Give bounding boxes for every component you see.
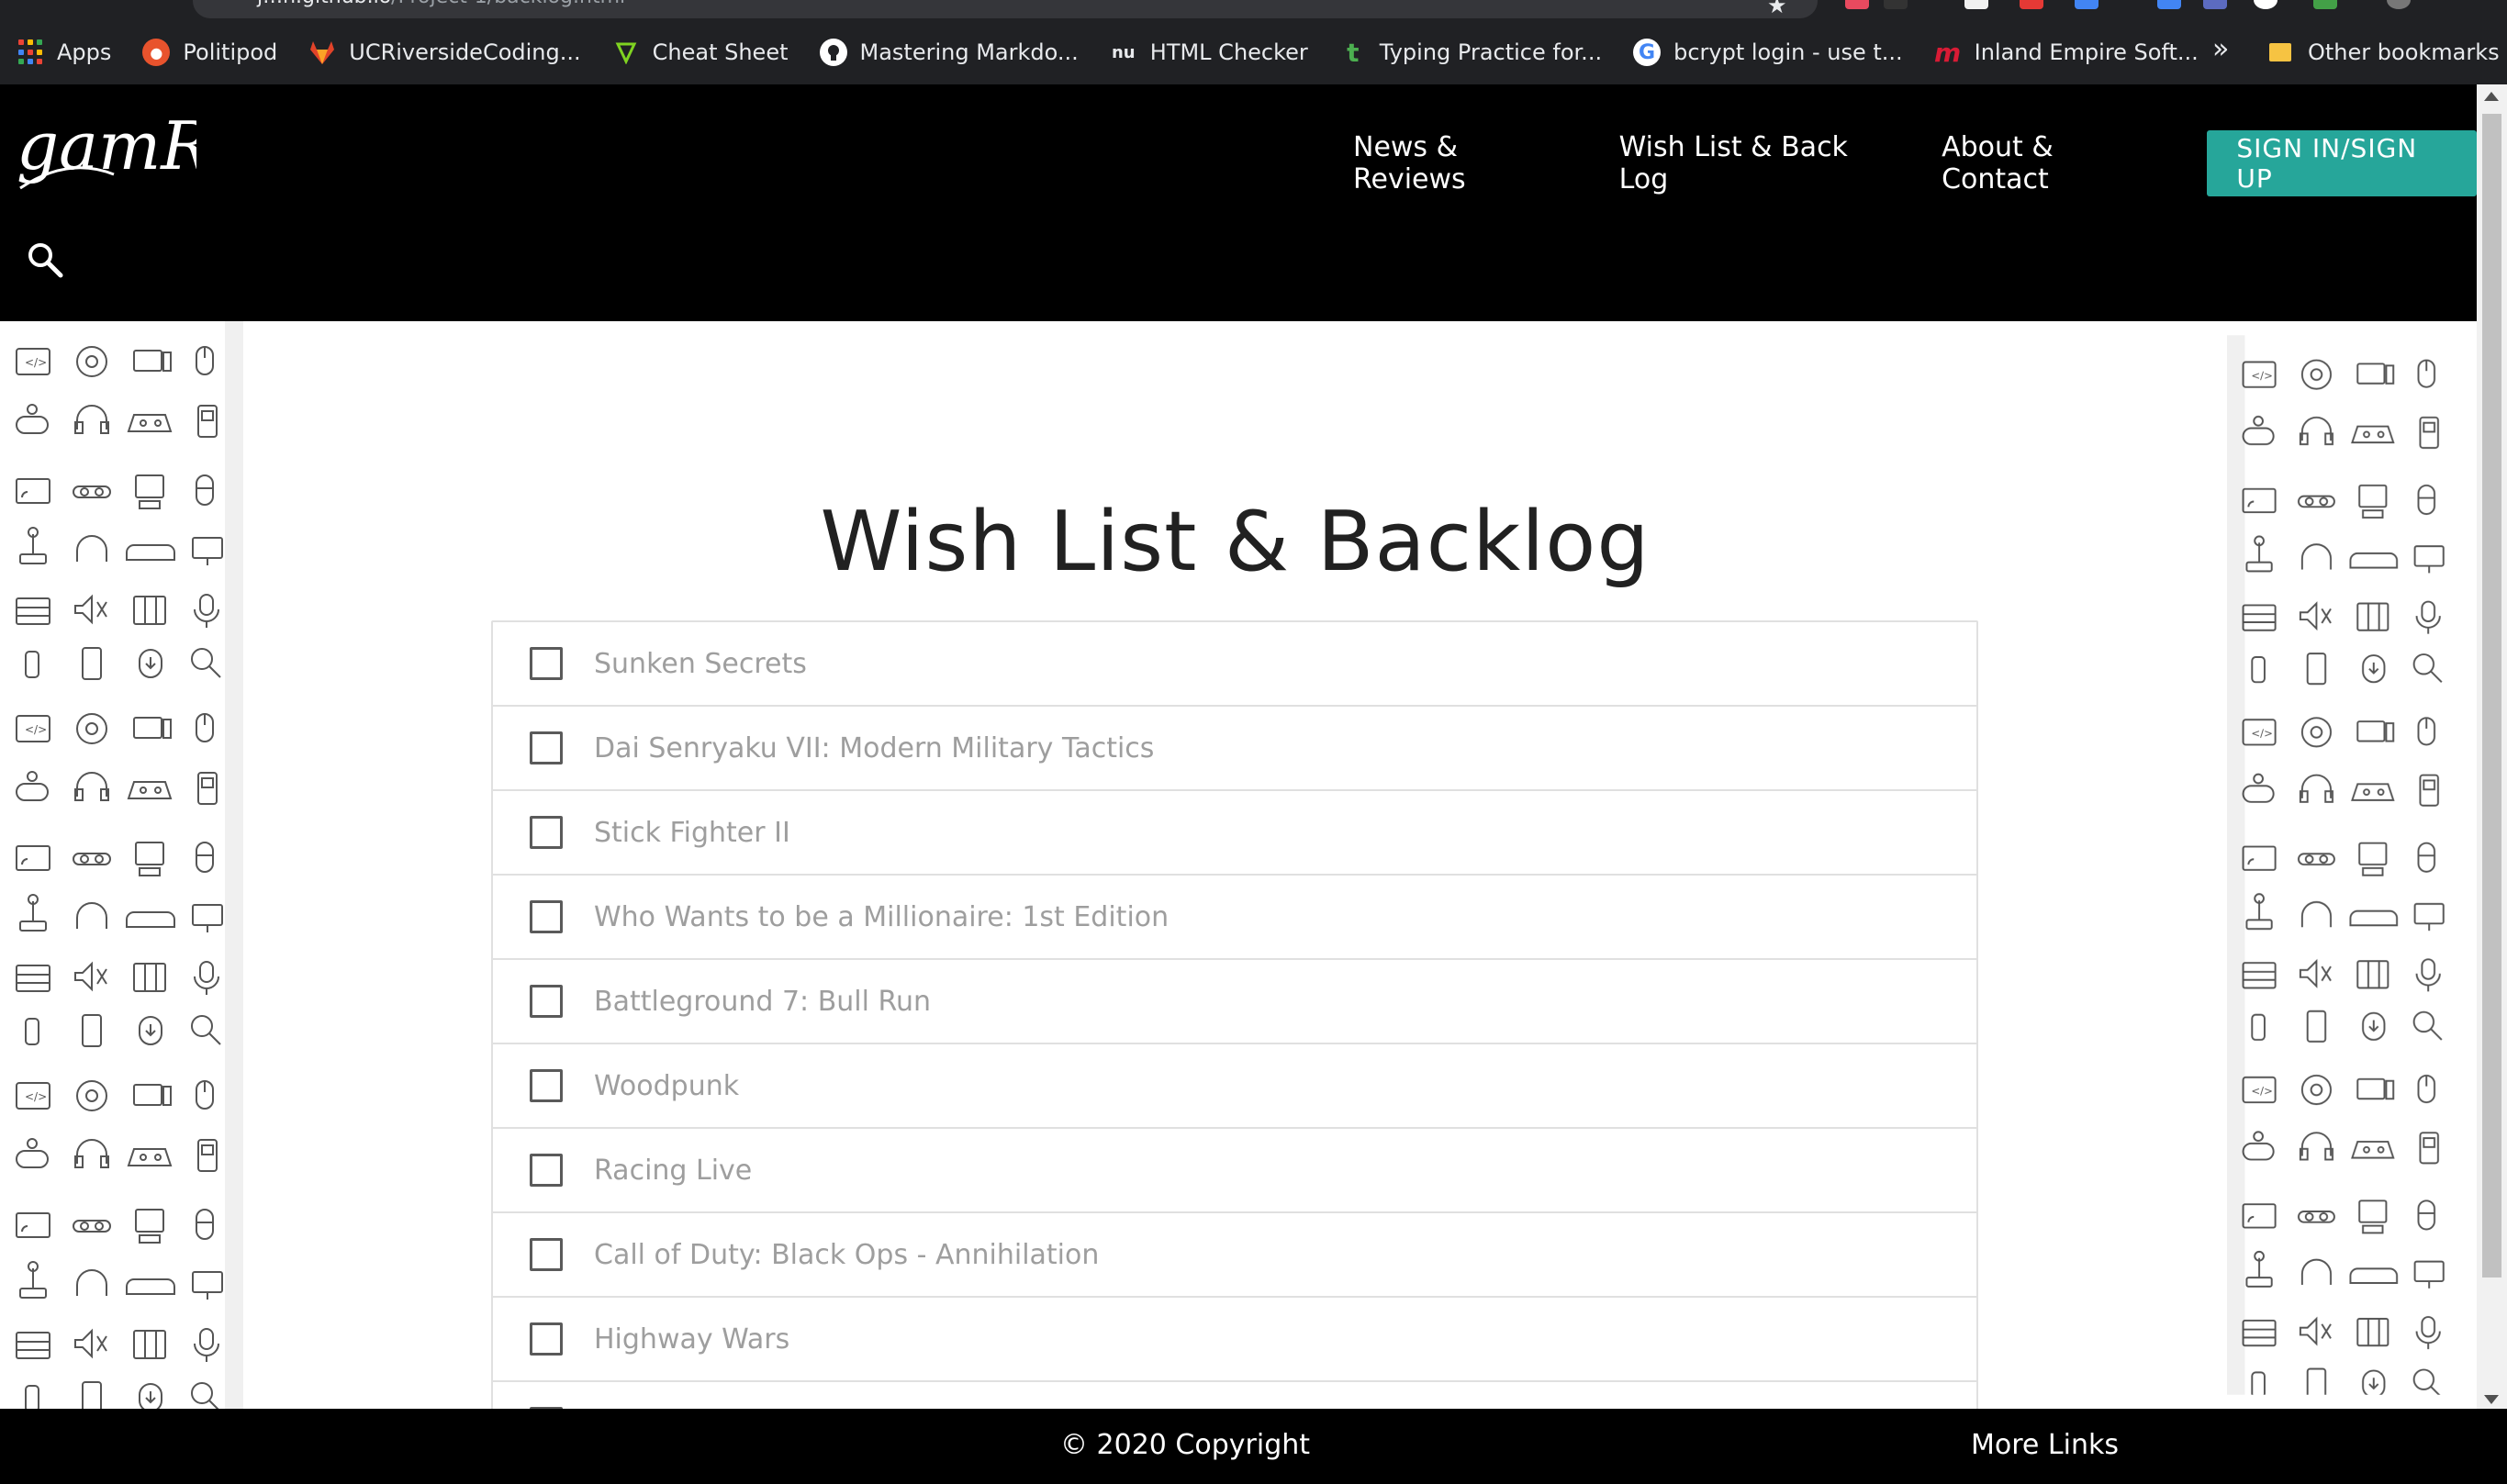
game-title: Sunken Secrets [594, 647, 807, 680]
game-title: Battleground 7: Bull Run [594, 985, 932, 1018]
game-checkbox[interactable] [530, 731, 563, 764]
gitlab-icon [308, 39, 336, 66]
list-item: Racing Live [493, 1129, 1976, 1213]
bookmark-typing-practice[interactable]: t Typing Practice for... [1339, 37, 1603, 68]
game-title: Call of Duty: Black Ops - Annihilation [594, 1238, 1100, 1271]
game-checkbox[interactable] [530, 1069, 563, 1102]
nav-about-contact[interactable]: About & Contact [1942, 131, 2154, 195]
game-checkbox[interactable] [530, 1322, 563, 1356]
bookmarks-bar: Apps ● Politipod UCRiversideCoding... Ch… [0, 20, 2507, 84]
copyright-text: © 2020 Copyright [1060, 1429, 1311, 1461]
list-item: Who Wants to be a Millionaire: 1st Editi… [493, 876, 1976, 960]
other-bookmarks-label: Other bookmarks [2308, 39, 2500, 65]
extension-icon[interactable] [2313, 0, 2337, 9]
more-links-link[interactable]: More Links [1971, 1429, 2119, 1461]
bookmark-label: Inland Empire Soft... [1974, 39, 2199, 65]
cheat-sheet-icon [612, 39, 640, 66]
google-icon: G [1633, 39, 1662, 66]
bookmark-label: HTML Checker [1149, 39, 1308, 65]
url-path: /Project-1/backlog.html [391, 0, 625, 8]
extension-icon[interactable] [2075, 0, 2098, 9]
extension-icon[interactable] [2254, 0, 2278, 9]
game-title: Woodpunk [594, 1069, 740, 1102]
game-checkbox[interactable] [530, 1238, 563, 1271]
main-nav: News & Reviews Wish List & Back Log Abou… [1353, 130, 2477, 196]
nav-news-reviews[interactable]: News & Reviews [1353, 131, 1564, 195]
bookmark-label: UCRiversideCoding... [349, 39, 581, 65]
sign-in-button[interactable]: SIGN IN/SIGN UP [2207, 130, 2477, 196]
main-content: Wish List & Backlog Sunken Secrets Dai S… [243, 321, 2227, 1409]
list-item: Sunken Secrets [493, 622, 1976, 707]
bookmark-label: Apps [57, 39, 112, 65]
page-title: Wish List & Backlog [820, 494, 1651, 590]
extension-icon[interactable] [2020, 0, 2043, 9]
bookmark-html-checker[interactable]: nu HTML Checker [1110, 39, 1308, 66]
nav-wish-list-backlog[interactable]: Wish List & Back Log [1619, 131, 1886, 195]
m-icon: m [1934, 37, 1962, 68]
backlog-list: Sunken Secrets Dai Senryaku VII: Modern … [491, 620, 1978, 1409]
game-checkbox[interactable] [530, 647, 563, 680]
game-title: Who Wants to be a Millionaire: 1st Editi… [594, 900, 1170, 933]
scrollbar-thumb[interactable] [2482, 114, 2501, 1278]
nu-icon: nu [1111, 42, 1136, 62]
game-checkbox[interactable] [530, 816, 563, 849]
gaming-icon-pattern-right [2227, 321, 2470, 1409]
game-checkbox[interactable] [530, 1154, 563, 1187]
url-host: j…n.github.io [257, 0, 391, 8]
bookmark-bcrypt-login[interactable]: G bcrypt login - use t... [1633, 39, 1903, 66]
list-item: Stick Fighter II [493, 791, 1976, 876]
game-checkbox[interactable] [530, 900, 563, 933]
list-item: Battleground 7: Bull Run [493, 960, 1976, 1044]
bookmark-cheat-sheet[interactable]: Cheat Sheet [612, 39, 789, 66]
extension-icon[interactable] [2203, 0, 2227, 9]
bookmark-label: Typing Practice for... [1379, 39, 1603, 65]
bookmark-apps[interactable]: Apps [18, 39, 111, 65]
bookmark-star-icon[interactable]: ★ [1767, 0, 1787, 18]
game-title: Highway Wars [594, 1322, 790, 1356]
game-title: Stick Fighter II [594, 816, 790, 849]
site-logo[interactable]: gamR [13, 101, 196, 202]
profile-avatar[interactable] [2387, 0, 2411, 9]
extension-icon[interactable] [1884, 0, 1908, 9]
search-icon[interactable] [26, 240, 64, 279]
list-item: Highway Wars [493, 1298, 1976, 1382]
gaming-icon-pattern-left: </> [0, 321, 243, 1409]
list-item [493, 1382, 1976, 1409]
bookmark-mastering-markdown[interactable]: Mastering Markdo... [819, 39, 1079, 66]
extension-icon[interactable] [1964, 0, 1988, 9]
bookmark-label: Mastering Markdo... [859, 39, 1079, 65]
game-title: Dai Senryaku VII: Modern Military Tactic… [594, 731, 1155, 764]
bookmark-ucriverside[interactable]: UCRiversideCoding... [308, 39, 581, 66]
politipod-icon: ● [142, 39, 171, 66]
site-header: gamR News & Reviews Wish List & Back Log… [0, 84, 2477, 321]
browser-toolbar: j…n.github.io/Project-1/backlog.html ★ [0, 0, 2507, 20]
bookmark-inland-empire[interactable]: m Inland Empire Soft... [1934, 37, 2199, 68]
bookmark-politipod[interactable]: ● Politipod [142, 39, 277, 66]
scroll-down-arrow-icon[interactable] [2484, 1395, 2499, 1404]
bookmark-label: Politipod [183, 39, 278, 65]
list-item: Call of Duty: Black Ops - Annihilation [493, 1213, 1976, 1298]
site-footer: © 2020 Copyright More Links [0, 1409, 2507, 1484]
bookmark-label: Cheat Sheet [652, 39, 789, 65]
address-bar[interactable]: j…n.github.io/Project-1/backlog.html [193, 0, 1818, 18]
bookmark-label: bcrypt login - use t... [1673, 39, 1903, 65]
typing-icon: t [1347, 37, 1360, 68]
extension-icon[interactable] [2157, 0, 2181, 9]
other-bookmarks[interactable]: Other bookmarks [2269, 20, 2500, 84]
bookmarks-overflow-button[interactable]: » [2212, 33, 2229, 65]
list-item: Dai Senryaku VII: Modern Military Tactic… [493, 707, 1976, 791]
extension-icon[interactable] [1845, 0, 1869, 9]
folder-icon [2269, 43, 2291, 61]
list-item: Woodpunk [493, 1044, 1976, 1129]
game-checkbox[interactable] [530, 985, 563, 1018]
apps-grid-icon [18, 39, 44, 65]
game-title: Racing Live [594, 1154, 753, 1187]
scroll-up-arrow-icon[interactable] [2484, 92, 2499, 101]
github-icon [819, 39, 847, 66]
